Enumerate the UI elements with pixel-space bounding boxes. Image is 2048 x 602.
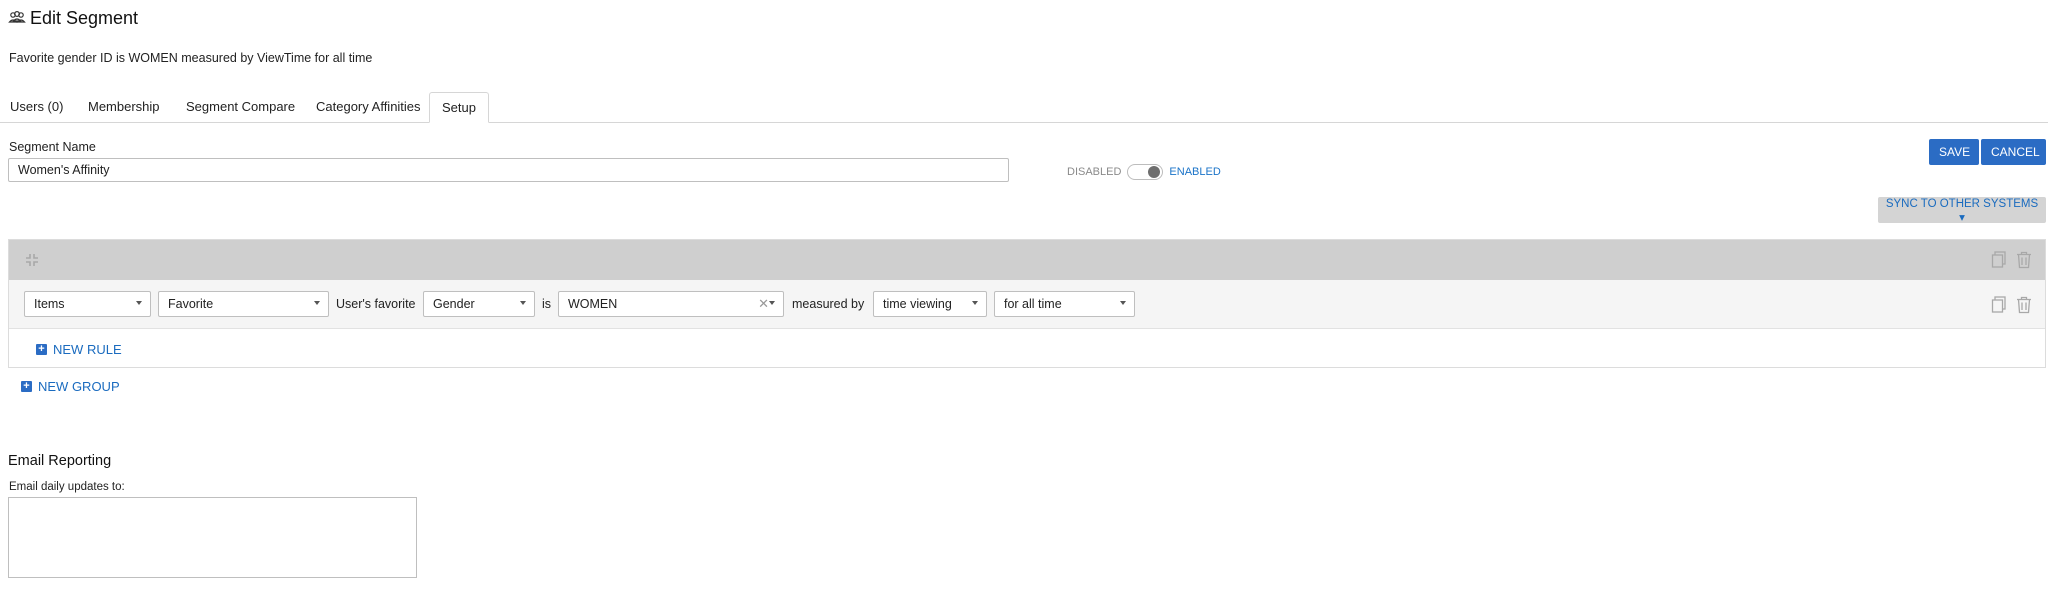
save-button[interactable]: SAVE: [1929, 139, 1979, 165]
mode-select-value: Favorite: [168, 297, 214, 311]
source-select-value: Items: [34, 297, 65, 311]
value-select-value: WOMEN: [568, 297, 618, 311]
measure-select-value: time viewing: [883, 297, 952, 311]
tab-membership[interactable]: Membership: [78, 92, 170, 122]
copy-rule-icon[interactable]: [1991, 296, 2007, 314]
segment-name-label: Segment Name: [9, 140, 96, 154]
delete-group-icon[interactable]: [2016, 251, 2032, 269]
is-text: is: [542, 297, 552, 311]
tab-setup[interactable]: Setup: [429, 92, 489, 123]
measure-select[interactable]: time viewing: [873, 291, 987, 317]
chevron-down-icon: [769, 301, 775, 305]
tab-users[interactable]: Users (0): [0, 92, 73, 122]
collapse-icon[interactable]: [24, 252, 40, 268]
disabled-label: DISABLED: [1067, 166, 1122, 178]
email-daily-label: Email daily updates to:: [9, 481, 125, 493]
segment-users-icon: [8, 10, 26, 23]
new-rule-label: NEW RULE: [53, 342, 122, 357]
page-title: Edit Segment: [30, 7, 139, 28]
plus-icon: +: [21, 381, 32, 392]
value-select[interactable]: WOMEN ✕: [558, 291, 784, 317]
new-rule-link[interactable]: + NEW RULE: [36, 342, 122, 357]
tab-segment-compare[interactable]: Segment Compare: [176, 92, 305, 122]
page-title-wrap: Edit Segment: [8, 4, 138, 32]
delete-rule-icon[interactable]: [2016, 296, 2032, 314]
tab-bar: Users (0) Membership Segment Compare Cat…: [0, 92, 2048, 123]
measured-by-text: measured by: [792, 297, 865, 311]
email-reporting-title: Email Reporting: [8, 453, 112, 469]
mode-select[interactable]: Favorite: [158, 291, 329, 317]
enabled-toggle[interactable]: [1127, 164, 1164, 180]
rule-group-header: [9, 240, 2045, 280]
tab-category-affinities[interactable]: Category Affinities: [306, 92, 431, 122]
email-recipients-textarea[interactable]: [8, 497, 417, 578]
clear-icon[interactable]: ✕: [758, 292, 769, 316]
cancel-button[interactable]: CANCEL: [1981, 139, 2046, 165]
segment-description: Favorite gender ID is WOMEN measured by …: [9, 51, 373, 65]
sync-to-other-systems-button[interactable]: SYNC TO OTHER SYSTEMS ▾: [1878, 197, 2046, 224]
chevron-down-icon: [136, 301, 142, 305]
toggle-knob: [1148, 166, 1161, 178]
chevron-down-icon: [520, 301, 526, 305]
plus-icon: +: [36, 344, 47, 355]
chevron-down-icon: [1120, 301, 1126, 305]
rule-group: Items Favorite User's favorite Gender is…: [8, 239, 2046, 368]
chevron-down-icon: [314, 301, 320, 305]
attribute-select[interactable]: Gender: [423, 291, 535, 317]
timeframe-select[interactable]: for all time: [994, 291, 1135, 317]
new-group-link[interactable]: + NEW GROUP: [21, 379, 120, 394]
new-group-label: NEW GROUP: [38, 379, 120, 394]
copy-group-icon[interactable]: [1991, 251, 2007, 269]
enabled-label: ENABLED: [1169, 166, 1221, 178]
attribute-select-value: Gender: [433, 297, 475, 311]
segment-name-input[interactable]: [8, 158, 1009, 182]
source-select[interactable]: Items: [24, 291, 151, 317]
status-toggle-group: DISABLED ENABLED: [1067, 162, 1221, 182]
chevron-down-icon: [972, 301, 978, 305]
timeframe-select-value: for all time: [1004, 297, 1062, 311]
users-favorite-text: User's favorite: [336, 297, 416, 311]
